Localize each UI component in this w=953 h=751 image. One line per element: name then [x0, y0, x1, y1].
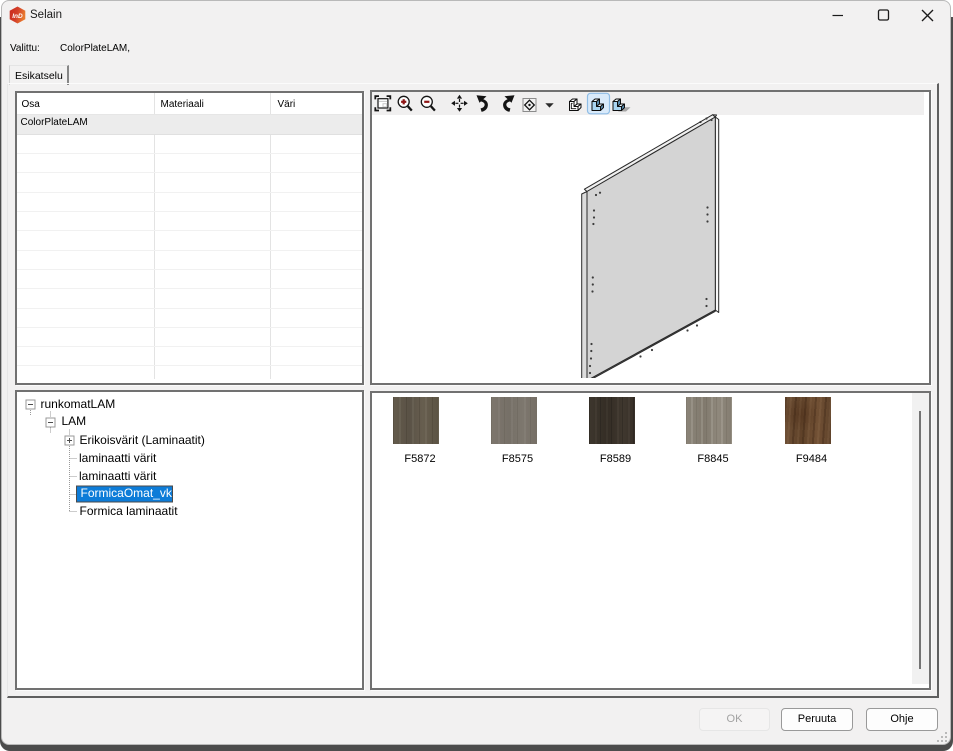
svg-text:InD: InD [12, 13, 23, 20]
